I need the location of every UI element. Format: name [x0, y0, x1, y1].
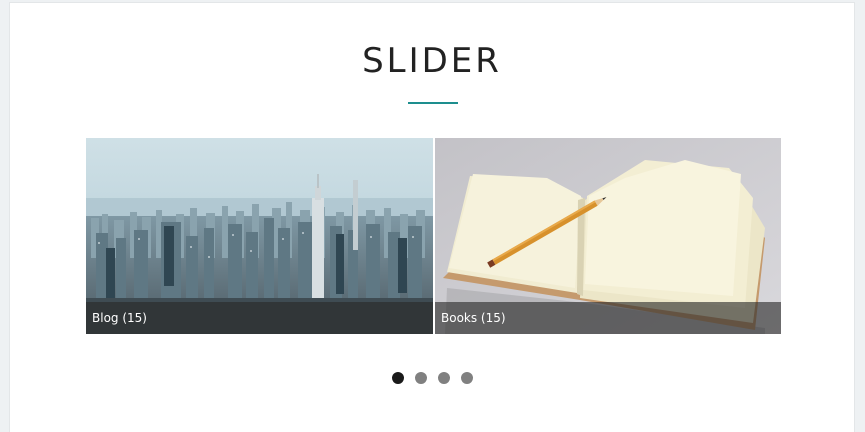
pagination-dot-2[interactable] [415, 372, 427, 384]
slider-section: SLIDER Blog (15) Books (15) [9, 2, 855, 432]
pagination-dot-1[interactable] [392, 372, 404, 384]
slide-blog[interactable]: Blog (15) [86, 138, 433, 334]
title-underline [408, 102, 458, 104]
slide-caption[interactable]: Books (15) [441, 311, 506, 325]
section-title: SLIDER [362, 41, 502, 81]
slider-pagination [392, 372, 473, 384]
slide-caption-bar: Books (15) [435, 302, 781, 334]
image-slider[interactable]: Blog (15) Books (15) [86, 138, 781, 334]
slide-caption[interactable]: Blog (15) [92, 311, 147, 325]
slide-caption-bar: Blog (15) [86, 302, 433, 334]
slide-books[interactable]: Books (15) [435, 138, 781, 334]
pagination-dot-4[interactable] [461, 372, 473, 384]
pagination-dot-3[interactable] [438, 372, 450, 384]
